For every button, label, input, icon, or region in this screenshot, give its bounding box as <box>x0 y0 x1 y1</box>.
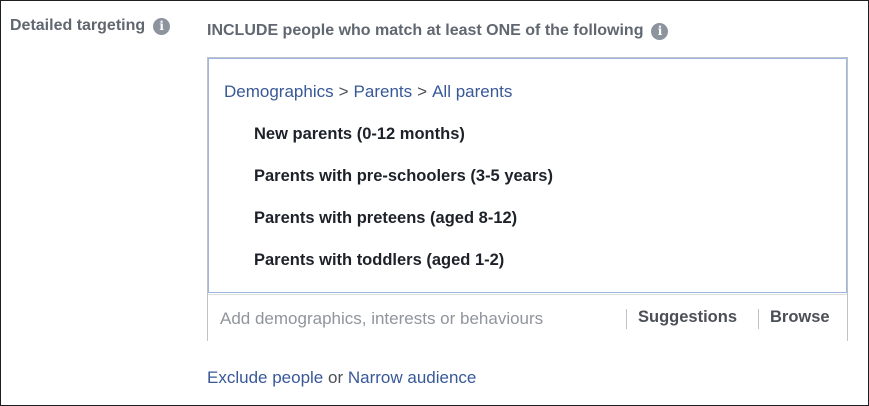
info-icon[interactable]: i <box>651 22 669 40</box>
breadcrumb-separator: > <box>338 82 349 101</box>
targeting-item[interactable]: Parents with pre-schoolers (3-5 years) <box>254 166 553 208</box>
include-strong: INCLUDE <box>207 22 279 39</box>
selected-targeting-area: Demographics > Parents > All parents New par… <box>208 58 847 293</box>
section-label: Detailed targeting i <box>10 17 171 35</box>
section-label-text: Detailed targeting <box>10 17 146 34</box>
divider <box>758 309 759 329</box>
breadcrumb-demographics[interactable]: Demographics <box>224 82 334 101</box>
info-icon[interactable]: i <box>153 17 171 35</box>
search-footer: Suggestions Browse <box>208 294 847 341</box>
targeting-item[interactable]: Parents with preteens (aged 8-12) <box>254 208 553 250</box>
audience-actions: Exclude people or Narrow audience <box>207 368 476 388</box>
targeting-item[interactable]: New parents (0-12 months) <box>254 124 553 166</box>
suggestions-button[interactable]: Suggestions <box>638 308 737 327</box>
breadcrumb: Demographics > Parents > All parents <box>224 82 512 102</box>
detailed-targeting-panel: Detailed targeting i INCLUDE people who … <box>0 0 869 406</box>
targeting-items-list: New parents (0-12 months) Parents with p… <box>254 124 553 292</box>
targeting-item[interactable]: Parents with toddlers (aged 1-2) <box>254 250 553 292</box>
include-text-1: people who match at least <box>278 22 487 39</box>
include-text-2: of the following <box>520 22 644 39</box>
one-strong: ONE <box>486 22 521 39</box>
include-heading: INCLUDE people who match at least ONE of… <box>207 22 669 40</box>
narrow-audience-link[interactable]: Narrow audience <box>348 368 477 387</box>
divider <box>626 309 627 329</box>
targeting-box: Demographics > Parents > All parents New par… <box>207 57 848 341</box>
or-text: or <box>328 368 344 387</box>
search-input[interactable] <box>220 307 610 331</box>
exclude-people-link[interactable]: Exclude people <box>207 368 323 387</box>
breadcrumb-parents[interactable]: Parents <box>354 82 413 101</box>
breadcrumb-all-parents[interactable]: All parents <box>432 82 512 101</box>
browse-button[interactable]: Browse <box>770 308 830 327</box>
breadcrumb-separator: > <box>417 82 428 101</box>
